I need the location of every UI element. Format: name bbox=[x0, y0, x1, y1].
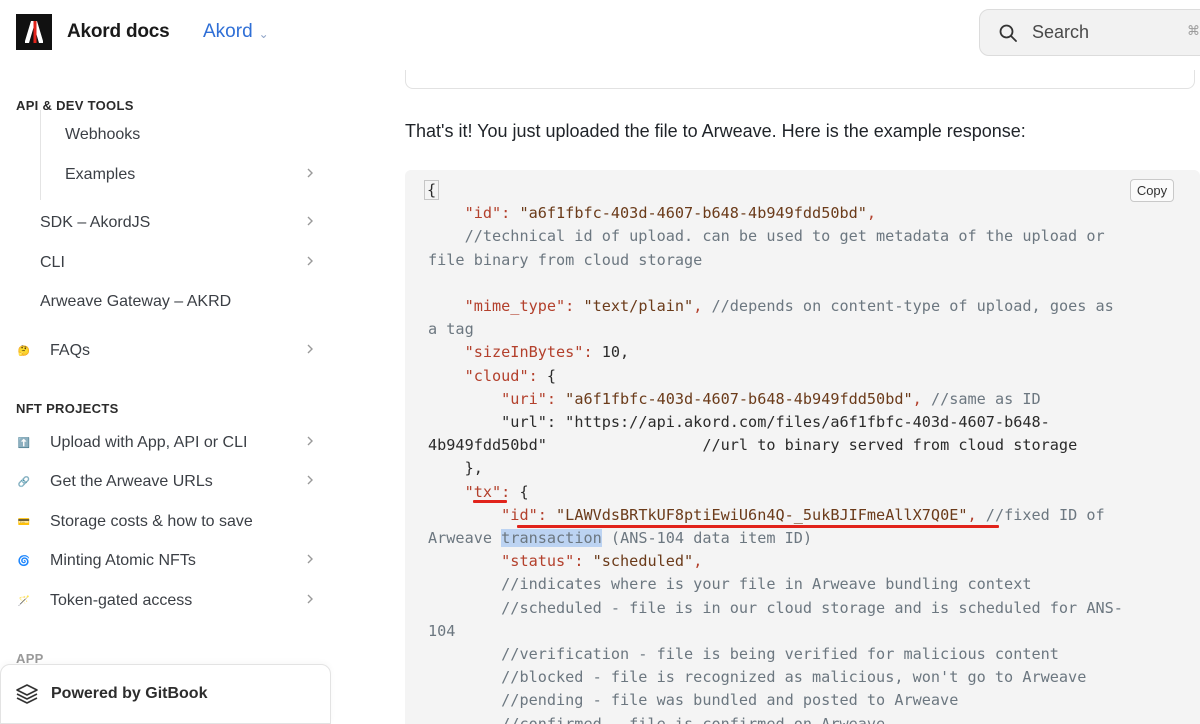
top-header: Akord docs Akord ⌄ Search ⌘ bbox=[0, 0, 1200, 70]
magic-wand-icon: 🪄 bbox=[17, 595, 31, 607]
chevron-right-icon bbox=[307, 256, 313, 266]
sidebar-item-label: Upload with App, API or CLI bbox=[50, 434, 248, 451]
chevron-right-icon bbox=[307, 475, 313, 485]
search-placeholder: Search bbox=[1032, 22, 1090, 42]
gitbook-logo-icon bbox=[16, 684, 38, 704]
sidebar-item-sdk[interactable]: SDK – AkordJS bbox=[40, 205, 317, 241]
site-title[interactable]: Akord docs bbox=[67, 21, 170, 43]
sidebar-item-arweave-urls[interactable]: 🔗 Get the Arweave URLs bbox=[16, 464, 317, 500]
sidebar-item-arweave-gateway[interactable]: Arweave Gateway – AKRD bbox=[40, 284, 317, 320]
sidebar-item-token-gated[interactable]: 🪄 Token-gated access bbox=[16, 583, 317, 619]
search-shortcut: ⌘ bbox=[1187, 23, 1200, 38]
section-title-api: API & DEV TOOLS bbox=[16, 98, 134, 113]
sidebar-item-label: Examples bbox=[65, 166, 136, 183]
main-content: That's it! You just uploaded the file to… bbox=[340, 70, 1200, 724]
credit-card-icon: 💳 bbox=[17, 516, 31, 528]
code-open-brace: { bbox=[424, 180, 440, 200]
previous-code-block bbox=[405, 70, 1195, 89]
powered-by-label: Powered by GitBook bbox=[51, 685, 208, 702]
up-arrow-icon: ⬆️ bbox=[17, 437, 31, 449]
chevron-right-icon bbox=[307, 554, 313, 564]
sidebar-item-storage-costs[interactable]: 💳 Storage costs & how to save bbox=[16, 504, 317, 540]
chevron-right-icon bbox=[307, 168, 313, 178]
tx-key: "tx" bbox=[464, 482, 502, 501]
sidebar-item-label: Token-gated access bbox=[50, 592, 193, 609]
intro-paragraph: That's it! You just uploaded the file to… bbox=[405, 121, 1026, 141]
sidebar-item-label: Storage costs & how to save bbox=[50, 513, 253, 530]
nested-guide-line bbox=[40, 110, 41, 200]
cyclone-icon: 🌀 bbox=[17, 555, 31, 567]
sidebar-item-label: Get the Arweave URLs bbox=[50, 473, 213, 490]
sidebar-item-upload[interactable]: ⬆️ Upload with App, API or CLI bbox=[16, 425, 317, 461]
annotation-underline-tx bbox=[473, 500, 507, 503]
space-switcher[interactable]: Akord ⌄ bbox=[203, 21, 269, 43]
sidebar-item-label: CLI bbox=[40, 254, 65, 271]
link-icon: 🔗 bbox=[17, 476, 31, 488]
sidebar-item-label: FAQs bbox=[50, 342, 91, 359]
search-icon bbox=[999, 24, 1017, 42]
code-block: Copy { "id": "a6f1fbfc-403d-4607-b648-4b… bbox=[405, 170, 1200, 724]
sidebar-item-label: SDK – AkordJS bbox=[40, 214, 151, 231]
thinking-face-icon: 🤔 bbox=[17, 345, 31, 357]
space-switcher-label: Akord bbox=[203, 21, 253, 42]
tx-id-value: "LAWVdsBRTkUF8ptiEwiU6n4Q-_5ukBJIFmeAllX… bbox=[556, 505, 968, 524]
sidebar-item-faqs[interactable]: 🤔 FAQs bbox=[16, 333, 317, 369]
search-input[interactable]: Search ⌘ bbox=[979, 9, 1200, 56]
akord-logo[interactable] bbox=[16, 14, 52, 50]
sidebar-item-label: Minting Atomic NFTs bbox=[50, 552, 196, 569]
sidebar-item-label: Webhooks bbox=[65, 126, 141, 143]
chevron-down-icon: ⌄ bbox=[258, 26, 269, 41]
sidebar-item-minting[interactable]: 🌀 Minting Atomic NFTs bbox=[16, 543, 317, 579]
powered-by-gitbook-link[interactable]: Powered by GitBook bbox=[0, 664, 331, 724]
sidebar: API & DEV TOOLS Webhooks Examples SDK – … bbox=[0, 70, 340, 724]
chevron-right-icon bbox=[307, 344, 313, 354]
annotation-underline-tx-id bbox=[517, 525, 999, 528]
chevron-right-icon bbox=[307, 436, 313, 446]
chevron-right-icon bbox=[307, 594, 313, 604]
chevron-right-icon bbox=[307, 216, 313, 226]
sidebar-item-label: Arweave Gateway – AKRD bbox=[40, 293, 232, 310]
code-content[interactable]: { "id": "a6f1fbfc-403d-4607-b648-4b949fd… bbox=[424, 179, 1168, 724]
section-title-nft: NFT PROJECTS bbox=[16, 401, 119, 416]
sidebar-item-examples[interactable]: Examples bbox=[65, 157, 317, 193]
sidebar-item-cli[interactable]: CLI bbox=[40, 245, 317, 281]
highlighted-selection: transaction bbox=[501, 529, 602, 548]
sidebar-item-webhooks[interactable]: Webhooks bbox=[65, 117, 317, 153]
